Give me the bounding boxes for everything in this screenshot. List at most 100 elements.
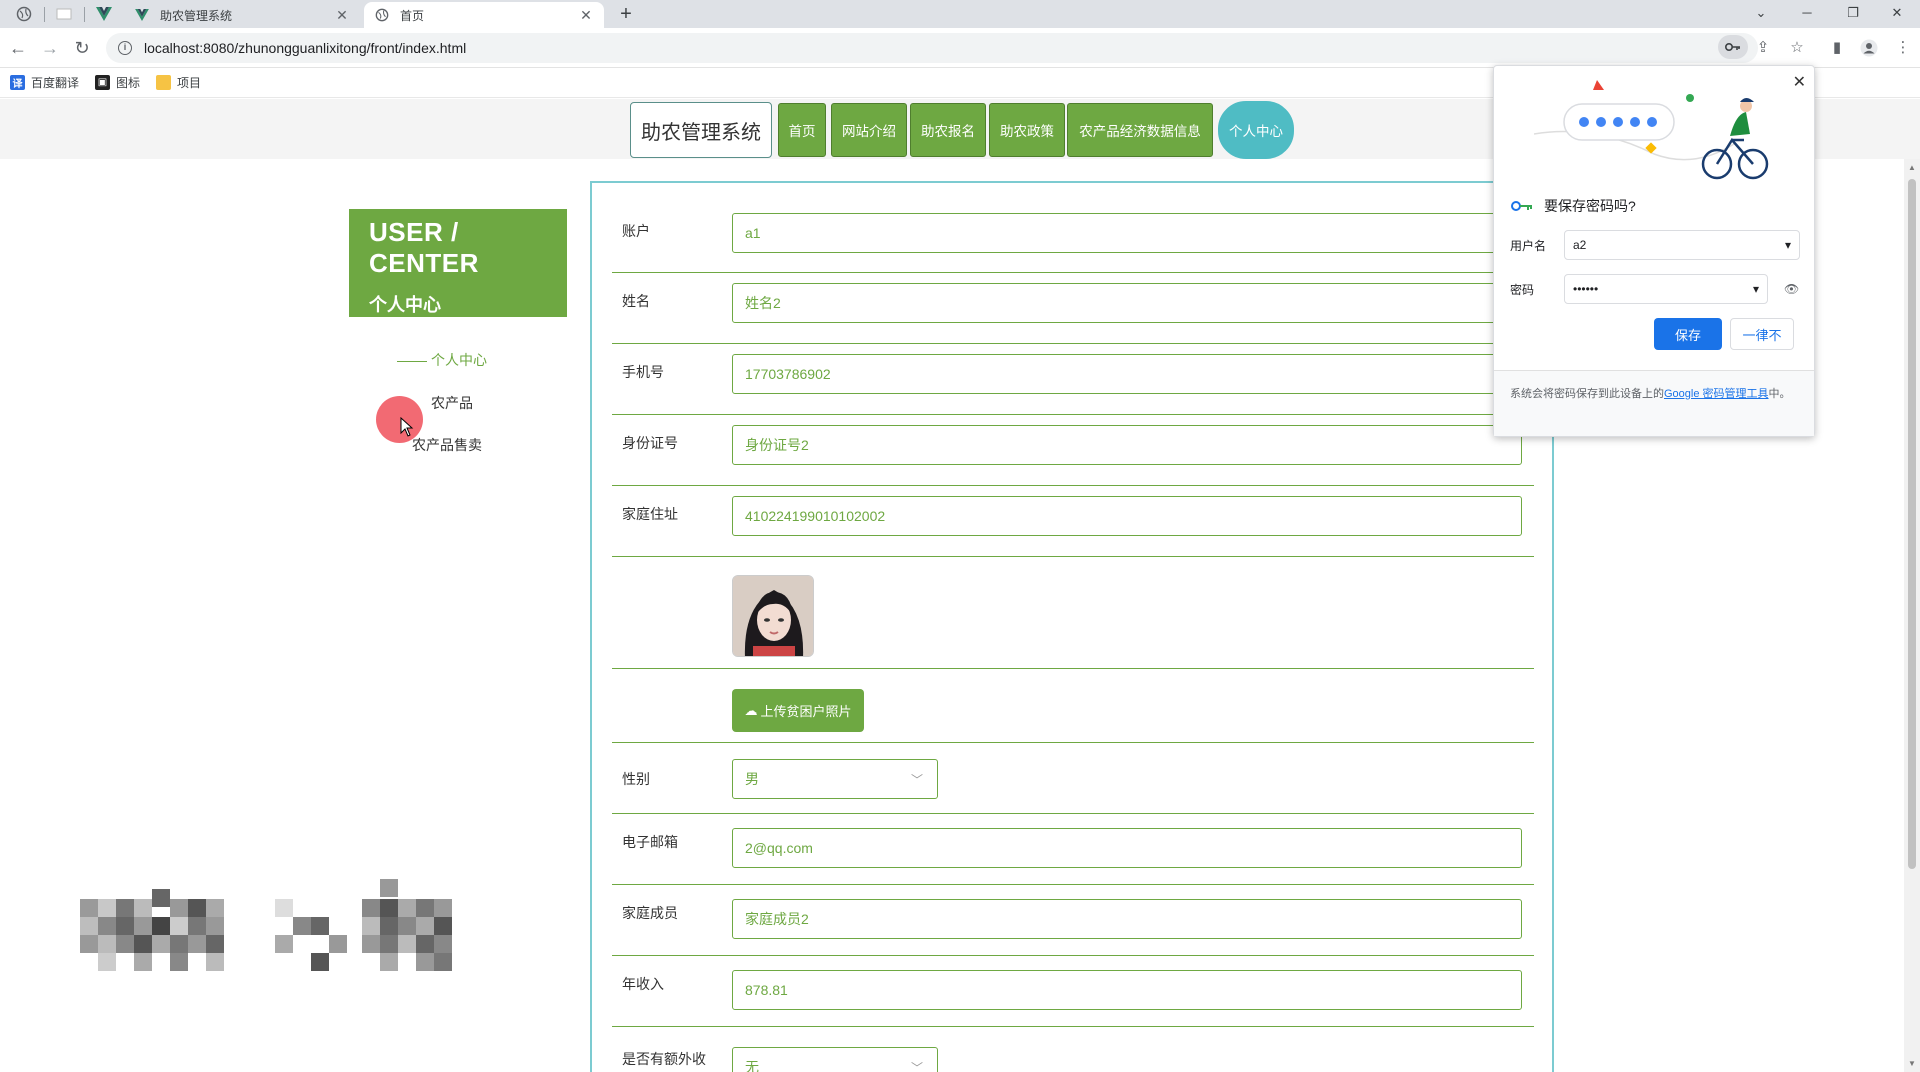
upload-photo-button[interactable]: ☁ 上传贫困户照片 <box>732 689 864 732</box>
gender-select[interactable]: 男 ﹀ <box>732 759 938 799</box>
back-arrow-icon[interactable]: ← <box>6 36 30 60</box>
tab-title: 首页 <box>400 8 425 23</box>
tab-admin-system[interactable]: 助农管理系统 ✕ <box>124 2 360 28</box>
tab-close-icon[interactable]: ✕ <box>334 7 350 23</box>
nav-economic-data[interactable]: 农产品经济数据信息 <box>1067 103 1213 157</box>
extra-income-select[interactable]: 无 ﹀ <box>732 1047 938 1072</box>
idcard-input[interactable]: 身份证号2 <box>732 425 1522 465</box>
email-label: 电子邮箱 <box>622 834 678 850</box>
side-panel-icon[interactable]: ▮ <box>1826 37 1848 59</box>
footer-text: 系统会将密码保存到此设备上的 <box>1510 388 1664 400</box>
extra-income-label: 是否有额外收 <box>622 1051 706 1067</box>
form-row-phone: 手机号 17703786902 <box>612 344 1534 415</box>
scroll-up-icon[interactable]: ▲ <box>1904 163 1920 172</box>
site-info-icon[interactable]: i <box>118 41 132 55</box>
address-bar[interactable]: i localhost:8080/zhunongguanlixitong/fro… <box>106 33 1758 63</box>
pinned-tab-vue[interactable] <box>90 0 118 28</box>
password-label: 密码 <box>1510 282 1535 297</box>
bookmark-project[interactable]: 项目 <box>156 74 201 91</box>
form-row-address: 家庭住址 410224199010102002 <box>612 486 1534 557</box>
sidebar-item-products[interactable]: 农产品 <box>431 393 473 413</box>
menu-kebab-icon[interactable]: ⋮ <box>1892 37 1914 59</box>
income-label: 年收入 <box>622 976 664 992</box>
bookmark-label: 百度翻译 <box>31 76 80 90</box>
sidebar-item-label: 个人中心 <box>431 352 487 368</box>
income-input[interactable]: 878.81 <box>732 970 1522 1010</box>
address-input[interactable]: 410224199010102002 <box>732 496 1522 536</box>
browser-tab-strip: 助农管理系统 ✕ 首页 ✕ + ⌄ ─ ❐ ✕ <box>0 0 1920 28</box>
address-url: localhost:8080/zhunongguanlixitong/front… <box>144 40 467 56</box>
idcard-label: 身份证号 <box>622 435 678 451</box>
tab-search-icon[interactable]: ⌄ <box>1738 0 1784 28</box>
pinned-tab-globe[interactable] <box>10 0 38 28</box>
phone-input[interactable]: 17703786902 <box>732 354 1522 394</box>
bookmark-baidu-translate[interactable]: 译 百度翻译 <box>10 74 79 91</box>
google-password-manager-link[interactable]: Google 密码管理工具 <box>1664 388 1769 400</box>
username-select[interactable]: a2 ▾ <box>1564 230 1800 260</box>
profile-form: 账户 a1 姓名 姓名2 手机号 17703786902 身份证号 身份证号2 … <box>590 181 1554 1072</box>
upload-button-label: 上传贫困户照片 <box>760 704 852 719</box>
nav-site-intro[interactable]: 网站介绍 <box>831 103 907 157</box>
name-input[interactable]: 姓名2 <box>732 283 1522 323</box>
tab-close-icon[interactable]: ✕ <box>578 7 594 23</box>
pixelated-logo <box>80 879 452 971</box>
restore-button[interactable]: ❐ <box>1830 0 1876 28</box>
globe-icon <box>16 6 32 22</box>
username-value: a2 <box>1573 238 1587 252</box>
user-avatar[interactable] <box>732 575 814 657</box>
reload-icon[interactable]: ↻ <box>70 36 94 60</box>
username-row: 用户名 a2 ▾ <box>1510 230 1800 260</box>
form-row-photo <box>612 557 1534 669</box>
user-center-title-en: USER / CENTER <box>369 217 479 278</box>
scroll-down-icon[interactable]: ▼ <box>1904 1059 1920 1068</box>
family-input[interactable]: 家庭成员2 <box>732 899 1522 939</box>
account-input[interactable]: a1 <box>732 213 1522 253</box>
close-window-button[interactable]: ✕ <box>1874 0 1920 28</box>
form-row-name: 姓名 姓名2 <box>612 273 1534 344</box>
close-icon[interactable]: ✕ <box>1793 72 1806 92</box>
nav-signup[interactable]: 助农报名 <box>910 103 986 157</box>
bookmark-star-icon[interactable]: ☆ <box>1786 37 1808 59</box>
share-icon[interactable]: ⇪ <box>1752 37 1774 59</box>
nav-home[interactable]: 首页 <box>778 103 826 157</box>
new-tab-button[interactable]: + <box>614 2 638 26</box>
site-brand[interactable]: 助农管理系统 <box>630 102 772 158</box>
show-password-eye-icon[interactable]: 👁 <box>1784 282 1799 296</box>
save-password-dialog: ✕ 要保存密码吗? 用户名 a2 ▾ 密码 •••••• ▾ 👁 保存 一律不 <box>1493 65 1815 437</box>
tab-home[interactable]: 首页 ✕ <box>364 2 604 28</box>
active-indicator <box>397 360 427 362</box>
avatar-portrait-icon <box>733 576 813 656</box>
email-input[interactable]: 2@qq.com <box>732 828 1522 868</box>
password-select[interactable]: •••••• ▾ <box>1564 274 1768 304</box>
page-scrollbar[interactable]: ▲ ▼ <box>1904 159 1920 1072</box>
sidebar-item-product-sales[interactable]: 农产品售卖 <box>412 435 482 455</box>
chevron-down-icon: ﹀ <box>910 772 923 787</box>
folder-icon <box>156 75 172 90</box>
form-row-upload: ☁ 上传贫困户照片 <box>612 669 1534 743</box>
form-row-idcard: 身份证号 身份证号2 <box>612 415 1534 486</box>
tab-title: 助农管理系统 <box>160 8 233 23</box>
image-icon: ▣ <box>95 75 111 90</box>
account-label: 账户 <box>622 223 650 239</box>
cloud-upload-icon: ☁ <box>744 702 758 718</box>
globe-icon <box>374 7 390 23</box>
never-save-button[interactable]: 一律不 <box>1730 318 1794 350</box>
pinned-tab-blank[interactable] <box>50 0 78 28</box>
family-label: 家庭成员 <box>622 905 678 921</box>
nav-user-center[interactable]: 个人中心 <box>1218 101 1294 159</box>
gender-label: 性别 <box>622 771 650 787</box>
key-icon <box>1511 201 1532 211</box>
phone-label: 手机号 <box>622 364 664 380</box>
profile-avatar-icon[interactable] <box>1858 37 1880 59</box>
sidebar-item-user-center[interactable]: 个人中心 <box>397 350 487 370</box>
chevron-down-icon: ﹀ <box>910 1060 923 1072</box>
bookmark-icons[interactable]: ▣ 图标 <box>95 74 140 91</box>
password-key-icon[interactable] <box>1718 35 1748 59</box>
minimize-button[interactable]: ─ <box>1784 0 1830 28</box>
nav-policy[interactable]: 助农政策 <box>989 103 1065 157</box>
password-row: 密码 •••••• ▾ 👁 <box>1510 274 1800 304</box>
save-password-button[interactable]: 保存 <box>1654 318 1722 350</box>
scrollbar-thumb[interactable] <box>1908 179 1916 869</box>
footer-end: 中。 <box>1768 388 1791 400</box>
forward-arrow-icon[interactable]: → <box>38 36 62 60</box>
